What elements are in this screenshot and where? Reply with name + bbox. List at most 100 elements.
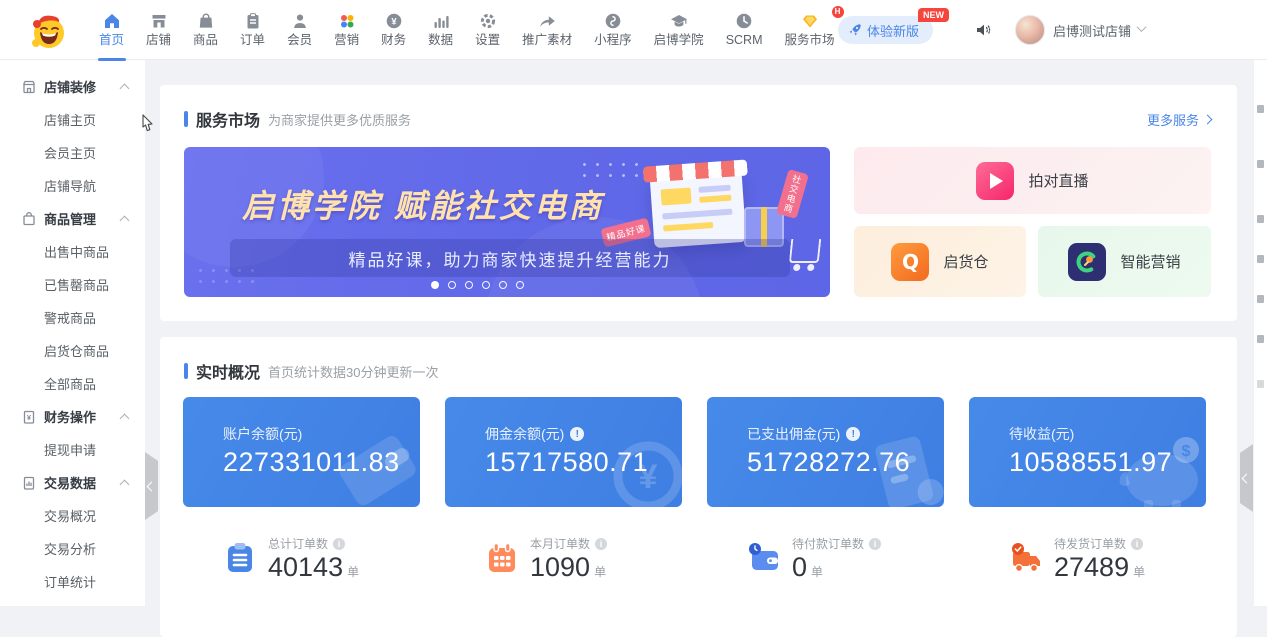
yuan-circle-icon: ¥ <box>385 12 403 30</box>
app-logo[interactable] <box>26 8 70 52</box>
sidebar-item-member-home[interactable]: 会员主页 <box>0 136 145 169</box>
service-card-smart-marketing[interactable]: 智能营销 <box>1038 226 1211 297</box>
live-play-icon <box>976 162 1014 200</box>
trade-data-icon <box>21 475 37 491</box>
chevron-down-icon[interactable] <box>1137 22 1147 32</box>
order-stat-pending-shipment: 待发货订单数i 27489单 <box>1009 535 1145 583</box>
sidebar-group-trade-data[interactable]: 交易数据 <box>0 466 145 499</box>
chevron-right-icon <box>1203 115 1213 125</box>
right-cutoff-panel <box>1254 60 1267 606</box>
marketing-dots-icon <box>338 12 356 30</box>
goods-management-icon <box>21 211 37 227</box>
info-icon[interactable]: ! <box>570 427 584 441</box>
chevron-up-icon[interactable] <box>120 84 130 94</box>
sidebar-group-shop-decoration[interactable]: 店铺装修 <box>0 70 145 103</box>
carousel-dot[interactable] <box>516 281 524 289</box>
sidebar-item-withdrawal-request[interactable]: 提现申请 <box>0 433 145 466</box>
shop-decoration-icon <box>21 79 37 95</box>
service-card-warehouse[interactable]: Q 启货仓 <box>854 226 1026 297</box>
nav-goods[interactable]: 商品 <box>182 0 229 60</box>
stat-card-pending-income[interactable]: 待收益(元) 10588551.97 $ <box>969 397 1206 507</box>
shopping-bag-icon <box>197 12 215 30</box>
carousel-dot[interactable] <box>482 281 490 289</box>
carousel-dot[interactable] <box>431 281 439 289</box>
chevron-up-icon[interactable] <box>120 414 130 424</box>
nav-home[interactable]: 首页 <box>88 0 135 60</box>
nav-data[interactable]: 数据 <box>417 0 464 60</box>
info-icon[interactable]: i <box>1131 538 1143 550</box>
nav-promo-materials[interactable]: 推广素材 <box>511 0 583 60</box>
sidebar-item-on-sale-goods[interactable]: 出售中商品 <box>0 235 145 268</box>
nav-store[interactable]: 店铺 <box>135 0 182 60</box>
sidebar-item-trade-overview[interactable]: 交易概况 <box>0 499 145 532</box>
sidebar-item-shop-nav[interactable]: 店铺导航 <box>0 169 145 202</box>
info-icon[interactable]: i <box>869 538 881 550</box>
stat-card-account-balance[interactable]: 账户余额(元) 227331011.83 <box>183 397 420 507</box>
nav-orders[interactable]: 订单 <box>229 0 276 60</box>
stat-value: 1090 <box>530 552 590 582</box>
sidebar-item-sold-out-goods[interactable]: 已售罄商品 <box>0 268 145 301</box>
home-icon <box>103 12 121 30</box>
nav-marketing[interactable]: 营销 <box>323 0 370 60</box>
nav-academy[interactable]: 启博学院 <box>643 0 715 60</box>
info-icon[interactable]: i <box>333 538 345 550</box>
chevron-left-icon <box>147 481 157 491</box>
try-new-version-button[interactable]: 体验新版 NEW <box>838 16 933 44</box>
gear-icon <box>479 12 497 30</box>
nav-scrm[interactable]: SCRM <box>715 0 774 60</box>
svg-text:¥: ¥ <box>639 458 658 496</box>
nav-finance[interactable]: ¥ 财务 <box>370 0 417 60</box>
smart-marketing-icon <box>1068 243 1106 281</box>
sidebar-item-all-goods[interactable]: 全部商品 <box>0 367 145 400</box>
header-right-controls: 体验新版 NEW 启博测试店铺 <box>838 0 1145 60</box>
stat-card-commission-balance[interactable]: 佣金余额(元)! 15717580.71 ¥ <box>445 397 682 507</box>
carousel-dot[interactable] <box>465 281 473 289</box>
panel-title: 服务市场 <box>196 107 260 131</box>
chevron-up-icon[interactable] <box>120 480 130 490</box>
panel-header: 服务市场 为商家提供更多优质服务 <box>184 107 411 131</box>
svg-text:$: $ <box>1182 443 1191 460</box>
person-icon <box>291 12 309 30</box>
sidebar-item-trade-analysis[interactable]: 交易分析 <box>0 532 145 565</box>
chevron-up-icon[interactable] <box>120 216 130 226</box>
nav-service-market[interactable]: 服务市场 H <box>774 0 846 60</box>
banner-subtitle-band: 精品好课，助力商家快速提升经营能力 <box>230 239 790 277</box>
sidebar-group-goods-management[interactable]: 商品管理 <box>0 202 145 235</box>
carousel-dot[interactable] <box>448 281 456 289</box>
bar-chart-icon <box>432 12 450 30</box>
sidebar-collapse-handle[interactable] <box>145 452 158 520</box>
avatar[interactable] <box>1015 15 1045 45</box>
banner-subtitle: 精品好课，助力商家快速提升经营能力 <box>349 246 672 271</box>
sidebar-item-order-statistics[interactable]: 订单统计 <box>0 565 145 598</box>
panel-subtitle: 为商家提供更多优质服务 <box>268 110 411 129</box>
academy-banner[interactable]: 精品好课 社交电商 启博学院 赋能社交电商 精品好课，助力商家快速提升经营能力 <box>184 147 830 297</box>
order-stat-month: 本月订单数i 1090单 <box>485 535 607 583</box>
panel-title: 实时概况 <box>196 359 260 383</box>
wallet-watermark-icon <box>328 428 420 507</box>
more-services-link[interactable]: 更多服务 <box>1147 110 1211 129</box>
wallet-clock-stat-icon <box>747 541 781 580</box>
right-panel-collapse-handle[interactable] <box>1240 444 1253 512</box>
stat-value: 0 <box>792 552 807 582</box>
new-badge: NEW <box>918 8 949 22</box>
order-stat-pending-payment: 待付款订单数i 0单 <box>747 535 881 583</box>
graduation-cap-icon <box>670 12 688 30</box>
account-name[interactable]: 启博测试店铺 <box>1053 21 1131 40</box>
carousel-dot[interactable] <box>499 281 507 289</box>
nav-members[interactable]: 会员 <box>276 0 323 60</box>
sidebar-item-warehouse-goods[interactable]: 启货仓商品 <box>0 334 145 367</box>
sidebar-item-alert-goods[interactable]: 警戒商品 <box>0 301 145 334</box>
nav-settings[interactable]: 设置 <box>464 0 511 60</box>
nav-mini-program[interactable]: 小程序 <box>583 0 643 60</box>
sidebar-group-finance-operations[interactable]: ¥ 财务操作 <box>0 400 145 433</box>
stat-card-paid-commission[interactable]: 已支出佣金(元)! 51728272.76 <box>707 397 944 507</box>
chevron-left-icon <box>1242 473 1252 483</box>
info-icon[interactable]: i <box>595 538 607 550</box>
sidebar-item-shop-home[interactable]: 店铺主页 <box>0 103 145 136</box>
coin-watermark-icon: ¥ <box>596 428 682 507</box>
stat-value: 27489 <box>1054 552 1129 582</box>
volume-icon[interactable] <box>975 22 991 38</box>
service-card-live[interactable]: 拍对直播 <box>854 147 1211 214</box>
truck-check-stat-icon <box>1009 541 1043 580</box>
rocket-icon <box>848 23 862 37</box>
